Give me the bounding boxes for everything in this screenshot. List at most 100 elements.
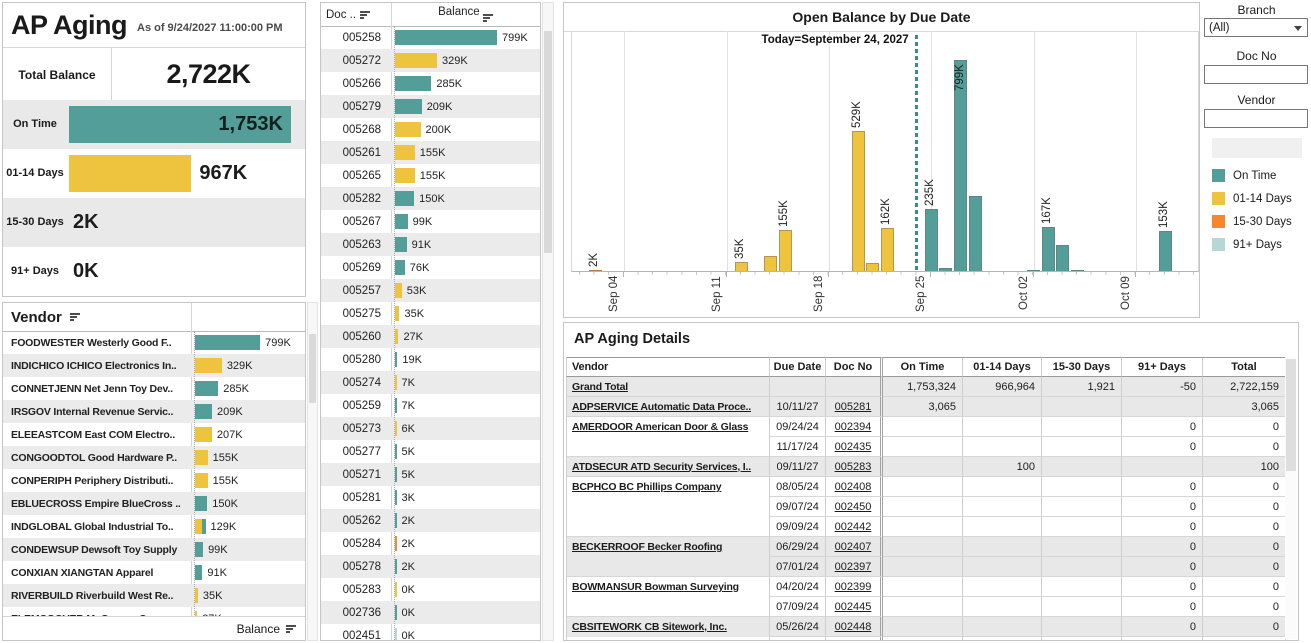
vendor-link[interactable]: AMERDOOR American Door & Glass (572, 421, 748, 433)
vendor-row-bar[interactable] (195, 450, 208, 465)
doc-row-bar[interactable] (395, 329, 398, 344)
doc-row[interactable]: 005272329K (321, 49, 540, 72)
aging-bucket-row[interactable]: On Time1,753K (3, 100, 305, 149)
doc-no-link[interactable]: 002442 (835, 521, 872, 533)
doc-row[interactable]: 005266285K (321, 72, 540, 95)
doc-no-input[interactable] (1204, 65, 1308, 84)
doc-row[interactable]: 0052830K (321, 578, 540, 601)
doc-row-bar[interactable] (395, 214, 408, 229)
chart-bar[interactable] (925, 209, 938, 271)
doc-row[interactable]: 00525753K (321, 279, 540, 302)
vendor-row[interactable]: CONXIAN XIANGTAN Apparel91K (3, 561, 305, 584)
vendor-row[interactable]: CONPERIPH Periphery Distributi..155K (3, 469, 305, 492)
aging-bucket-row[interactable]: 15-30 Days2K (3, 198, 305, 247)
doc-row-bar[interactable] (395, 421, 397, 436)
vendor-row[interactable]: CONNETJENN Net Jenn Toy Dev..285K (3, 377, 305, 400)
doc-row[interactable]: 005265155K (321, 164, 540, 187)
vendor-row[interactable]: CONGOODTOL Good Hardware P..155K (3, 446, 305, 469)
doc-row[interactable]: 0027360K (321, 601, 540, 624)
doc-no-link[interactable]: 005281 (835, 401, 872, 413)
aging-bucket-bar[interactable] (69, 155, 191, 192)
details-header-cell[interactable]: 01-14 Days (963, 357, 1042, 377)
vendor-link[interactable]: BCPHCO BC Phillips Company (572, 481, 721, 493)
doc-row[interactable]: 005268200K (321, 118, 540, 141)
doc-row-bar[interactable] (395, 628, 397, 641)
doc-no-link[interactable]: 005283 (835, 461, 872, 473)
doc-row-bar[interactable] (395, 53, 437, 68)
doc-row[interactable]: 00526976K (321, 256, 540, 279)
vendor-row[interactable]: INDICHICO ICHICO Electronics In..329K (3, 354, 305, 377)
details-header-cell[interactable]: Due Date (770, 357, 826, 377)
vendor-row-bar[interactable] (195, 358, 222, 373)
doc-row-bar[interactable] (395, 559, 397, 574)
aging-bucket-bar[interactable]: 1,753K (69, 106, 291, 143)
doc-row-bar[interactable] (395, 582, 397, 597)
details-header-cell[interactable]: On Time (883, 357, 963, 377)
doc-row[interactable]: 00526027K (321, 325, 540, 348)
vendor-row-bar[interactable] (195, 404, 212, 419)
vendor-input[interactable] (1204, 109, 1308, 128)
doc-no-link[interactable]: 002399 (835, 581, 872, 593)
doc-scrollbar[interactable] (542, 2, 554, 641)
sort-icon[interactable] (483, 12, 494, 23)
doc-row-bar[interactable] (395, 375, 397, 390)
doc-row-bar[interactable] (395, 605, 397, 620)
doc-no-link[interactable]: 002450 (835, 501, 872, 513)
legend-item[interactable]: 91+ Days (1212, 233, 1292, 256)
vendor-scrollbar-thumb[interactable] (309, 334, 316, 403)
vendor-row-bar[interactable] (195, 473, 208, 488)
vendor-link[interactable]: CBSITEWORK CB Sitework, Inc. (572, 621, 727, 633)
details-header-cell[interactable]: 91+ Days (1122, 357, 1203, 377)
vendor-link[interactable]: Grand Total (572, 381, 628, 393)
legend-item[interactable]: On Time (1212, 164, 1292, 187)
vendor-link[interactable]: ADPSERVICE Automatic Data Proce.. (572, 401, 751, 413)
vendor-link[interactable]: BECKERROOF Becker Roofing (572, 541, 722, 553)
chart-bar[interactable] (779, 230, 792, 271)
vendor-row-bar[interactable] (195, 588, 198, 603)
doc-row[interactable]: 0052782K (321, 555, 540, 578)
doc-row[interactable]: 0052622K (321, 509, 540, 532)
chart-bar[interactable] (589, 270, 602, 271)
details-header-cell[interactable]: Doc No (826, 357, 883, 377)
doc-row-bar[interactable] (395, 513, 397, 528)
chart-bar[interactable] (1042, 227, 1055, 271)
vendor-row-bar[interactable] (195, 381, 218, 396)
chart-bar[interactable] (866, 263, 879, 271)
doc-row-bar[interactable] (395, 191, 414, 206)
doc-row[interactable]: 005261155K (321, 141, 540, 164)
aging-bucket-row[interactable]: 91+ Days0K (3, 247, 305, 296)
vendor-row[interactable]: ELEEASTCOM East COM Electro..207K (3, 423, 305, 446)
doc-row[interactable]: 0052715K (321, 463, 540, 486)
vendor-row[interactable]: IRSGOV Internal Revenue Servic..209K (3, 400, 305, 423)
chart-bar[interactable] (1027, 270, 1040, 271)
doc-row-bar[interactable] (395, 260, 405, 275)
doc-no-link[interactable]: 002448 (835, 621, 872, 633)
doc-row[interactable]: 0024510K (321, 624, 540, 641)
vendor-link[interactable]: ATDSECUR ATD Security Services, I.. (572, 461, 751, 473)
doc-row-bar[interactable] (395, 306, 399, 321)
legend-item[interactable]: 15-30 Days (1212, 210, 1292, 233)
doc-row[interactable]: 0052736K (321, 417, 540, 440)
doc-row-bar[interactable] (395, 145, 415, 160)
chart-bar[interactable] (764, 256, 777, 271)
doc-row-bar[interactable] (395, 237, 407, 252)
doc-row[interactable]: 005258799K (321, 26, 540, 49)
vendor-row[interactable]: EBLUECROSS Empire BlueCross ..150K (3, 492, 305, 515)
doc-row[interactable]: 0052597K (321, 394, 540, 417)
chart-bar[interactable] (1056, 245, 1069, 271)
aging-bucket-row[interactable]: 01-14 Days967K (3, 149, 305, 198)
vendor-row[interactable]: CONDEWSUP Dewsoft Toy Supply99K (3, 538, 305, 561)
chart-bar[interactable] (1159, 231, 1172, 271)
doc-row-bar[interactable] (395, 99, 422, 114)
vendor-row-bar[interactable] (195, 496, 207, 511)
legend-item[interactable]: 01-14 Days (1212, 187, 1292, 210)
doc-row-bar[interactable] (395, 467, 397, 482)
doc-row-bar[interactable] (395, 30, 497, 45)
doc-row-bar[interactable] (395, 283, 402, 298)
chart-bar[interactable] (939, 268, 952, 271)
doc-row[interactable]: 0052747K (321, 371, 540, 394)
doc-row-bar[interactable] (395, 168, 415, 183)
doc-row-bar[interactable] (395, 490, 397, 505)
chart-bar[interactable] (1071, 270, 1084, 271)
chevron-down-icon[interactable] (1294, 26, 1302, 31)
